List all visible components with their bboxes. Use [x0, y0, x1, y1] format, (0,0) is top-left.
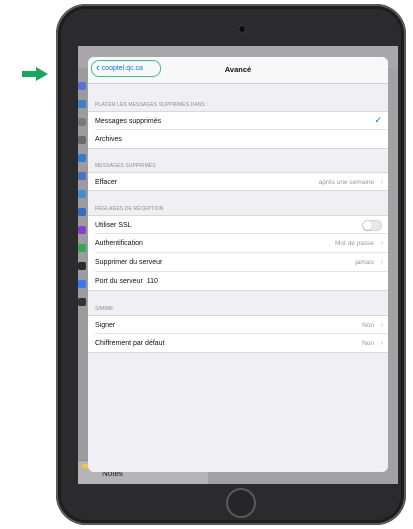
- advanced-settings-sheet: ‹ cooptel.qc.ca Avancé PLACER LES MESSAG…: [88, 57, 388, 472]
- port-label: Port du serveur: [95, 278, 143, 285]
- option-label: Archives: [95, 136, 122, 143]
- row-value: Non: [362, 322, 374, 329]
- chevron-right-icon: ›: [380, 338, 383, 347]
- row-effacer[interactable]: Effacer après une semaine ›: [88, 172, 388, 191]
- chevron-right-icon: ›: [380, 238, 383, 247]
- row-label: Signer: [95, 322, 116, 329]
- row-label: Chiffrement par défaut: [95, 340, 165, 347]
- chevron-right-icon: ›: [380, 177, 383, 186]
- app-icon: [78, 118, 86, 126]
- row-signer[interactable]: Signer Non ›: [88, 315, 388, 334]
- row-chiffrement-par-defaut[interactable]: Chiffrement par défaut Non ›: [88, 334, 388, 353]
- app-icon: [78, 100, 86, 108]
- row-value: jamais: [355, 259, 374, 266]
- row-label: Supprimer du serveur: [95, 259, 163, 266]
- tablet-frame: Notes ‹ cooptel.qc.ca Avancé PLACER LES …: [56, 4, 406, 525]
- section-header-incoming: RÉGLAGES DE RÉCEPTION: [95, 206, 164, 212]
- row-authentification[interactable]: Authentification Mot de passe ›: [88, 234, 388, 253]
- app-icon: [78, 244, 86, 252]
- app-icon: [78, 208, 86, 216]
- option-archives[interactable]: Archives: [88, 130, 388, 149]
- row-value: Mot de passe: [334, 240, 374, 247]
- chevron-right-icon: ›: [380, 320, 383, 329]
- toggle-knob: [363, 221, 372, 230]
- page-title: Avancé: [224, 65, 252, 74]
- app-icon: [78, 136, 86, 144]
- settings-icon-strip: [78, 82, 86, 316]
- app-icon: [78, 262, 86, 270]
- tablet-screen: Notes ‹ cooptel.qc.ca Avancé PLACER LES …: [78, 46, 398, 484]
- nav-bar: ‹ cooptel.qc.ca Avancé: [88, 57, 388, 84]
- row-label: Effacer: [95, 179, 118, 186]
- row-label: Authentification: [95, 240, 143, 247]
- row-supprimer-du-serveur[interactable]: Supprimer du serveur jamais ›: [88, 253, 388, 272]
- row-value: après une semaine: [318, 179, 374, 186]
- checkmark-icon: ✓: [374, 115, 382, 125]
- app-icon: [78, 298, 86, 306]
- row-port-du-serveur[interactable]: Port du serveur 110: [88, 272, 388, 291]
- option-label: Messages supprimés: [95, 118, 162, 125]
- pointer-arrow-icon: [22, 67, 48, 81]
- row-label: Utiliser SSL: [95, 222, 132, 229]
- app-icon: [78, 154, 86, 162]
- row-value: Non: [362, 340, 374, 347]
- app-icon: [78, 280, 86, 288]
- camera-icon: [239, 26, 245, 32]
- ssl-toggle[interactable]: [362, 220, 382, 231]
- option-messages-supprimes[interactable]: Messages supprimés ✓: [88, 111, 388, 130]
- port-value[interactable]: 110: [147, 278, 158, 285]
- row-label: Port du serveur 110: [95, 278, 158, 285]
- app-icon: [78, 190, 86, 198]
- home-button[interactable]: [226, 488, 256, 518]
- section-header-deleted-messages: MESSAGES SUPPRIMÉS: [95, 163, 156, 169]
- section-header-smime: S/MIME: [95, 306, 114, 312]
- chevron-right-icon: ›: [380, 257, 383, 266]
- app-icon: [78, 172, 86, 180]
- row-utiliser-ssl: Utiliser SSL: [88, 215, 388, 234]
- app-icon: [78, 82, 86, 90]
- section-header-deleted-location: PLACER LES MESSAGES SUPPRIMÉS DANS :: [95, 102, 208, 108]
- app-icon: [78, 226, 86, 234]
